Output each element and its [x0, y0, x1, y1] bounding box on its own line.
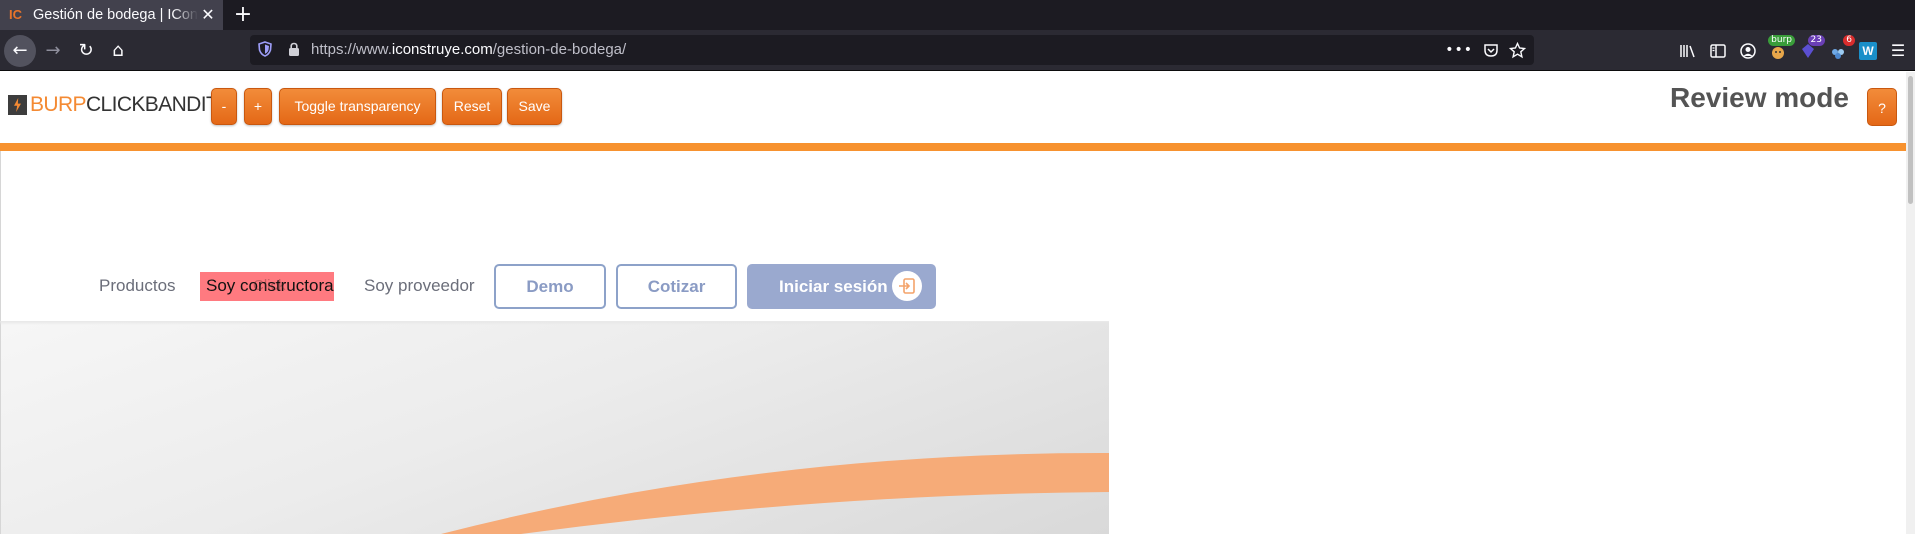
login-icon	[892, 271, 922, 301]
zoom-out-button[interactable]: -	[211, 88, 237, 125]
account-icon[interactable]	[1739, 42, 1757, 60]
clickbandit-logo: BURPCLICKBANDIT	[8, 93, 219, 117]
help-button[interactable]: ?	[1867, 88, 1897, 126]
toggle-transparency-button[interactable]: Toggle transparency	[279, 88, 436, 125]
lock-icon[interactable]	[288, 42, 300, 56]
menu-icon[interactable]: ☰	[1889, 42, 1907, 60]
burp-extension-icon[interactable]: burp	[1768, 35, 1795, 60]
tab-title: Gestión de bodega | IConstruye	[33, 7, 198, 23]
sidebar-icon[interactable]	[1709, 42, 1727, 60]
hero-top-shadow	[0, 321, 1109, 325]
review-mode-label: Review mode	[1670, 82, 1849, 113]
more-icon[interactable]: •••	[1445, 42, 1473, 58]
url-text[interactable]: https://www.iconstruye.com/gestion-de-bo…	[311, 41, 626, 58]
zoom-in-button[interactable]: +	[244, 88, 272, 125]
shield-icon[interactable]	[258, 41, 272, 57]
clickbandit-accent-bar	[0, 143, 1906, 151]
burp-logo-icon	[8, 95, 27, 115]
bookmark-star-icon[interactable]	[1509, 41, 1526, 59]
url-domain: iconstruye.com	[391, 41, 493, 58]
url-prefix: https://www.	[311, 41, 392, 58]
reload-icon[interactable]: ↻	[70, 35, 102, 67]
url-bar[interactable]: https://www.iconstruye.com/gestion-de-bo…	[250, 35, 1534, 65]
logo-burp-text: BURP	[30, 93, 87, 116]
toolbar-right: burp 23 6 W ☰	[1679, 35, 1907, 63]
extension-gem-badge: 23	[1807, 35, 1825, 46]
logo-clickbandit-text: CLICKBANDIT	[85, 93, 219, 116]
close-icon[interactable]: ✕	[199, 6, 217, 24]
pocket-icon[interactable]	[1483, 42, 1499, 58]
nav-toolbar: ← → ↻ ⌂ https://www.iconstruye.com/gesti…	[0, 30, 1915, 71]
home-icon[interactable]: ⌂	[102, 35, 134, 67]
extension-paw-badge: 6	[1843, 35, 1855, 46]
arrow-left-icon[interactable]: ←	[4, 35, 36, 67]
url-actions: •••	[1445, 39, 1526, 61]
w-extension-icon[interactable]: W	[1859, 42, 1877, 60]
hero-image	[1, 322, 1109, 534]
w-extension-label: W	[1862, 44, 1874, 58]
extension-paw-icon[interactable]: 6	[1829, 35, 1855, 60]
demo-button[interactable]: Demo	[494, 264, 606, 309]
library-icon[interactable]	[1679, 42, 1697, 60]
url-path: /gestion-de-bodega/	[492, 41, 627, 58]
page-scrollbar-thumb[interactable]	[1908, 76, 1913, 204]
reset-button[interactable]: Reset	[442, 88, 502, 125]
tab-active[interactable]: IC Gestión de bodega | IConstruye ✕	[0, 0, 223, 30]
tab-strip: IC Gestión de bodega | IConstruye ✕ +	[0, 0, 1915, 30]
arrow-right-icon[interactable]: →	[37, 35, 69, 67]
plus-icon[interactable]: +	[231, 3, 255, 27]
nav-productos[interactable]: Productos	[99, 276, 176, 296]
save-button[interactable]: Save	[507, 88, 562, 125]
burp-badge: burp	[1768, 35, 1795, 46]
cotizar-button[interactable]: Cotizar	[616, 264, 737, 309]
nav-soy-proveedor[interactable]: Soy proveedor	[364, 276, 475, 296]
overlay-click-text: Click	[253, 277, 286, 294]
iconstruye-favicon-icon: IC	[9, 7, 22, 22]
extension-gem-icon[interactable]: 23	[1799, 35, 1825, 60]
